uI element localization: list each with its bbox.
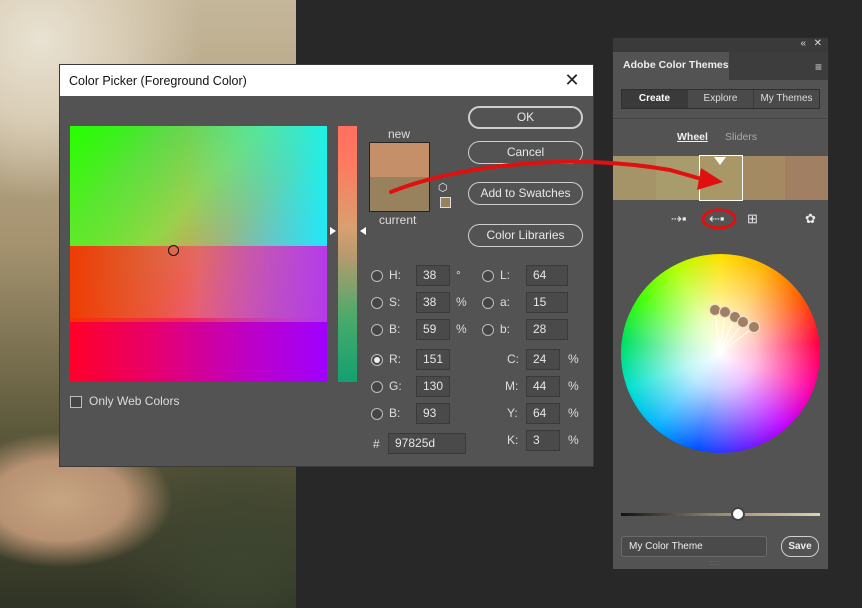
a-field[interactable]: 15 bbox=[526, 292, 568, 313]
color-field-overlay-mid bbox=[70, 246, 327, 322]
y-unit: % bbox=[568, 406, 579, 420]
radio-a[interactable] bbox=[482, 297, 494, 309]
hue-slider-handle-left[interactable] bbox=[330, 227, 336, 235]
hex-field[interactable]: 97825d bbox=[388, 433, 466, 454]
radio-l[interactable] bbox=[482, 270, 494, 282]
radio-b[interactable] bbox=[371, 324, 383, 336]
lab-b-label: b: bbox=[500, 322, 511, 336]
dialog-titlebar: Color Picker (Foreground Color) ✕ bbox=[60, 65, 593, 96]
rgb-b-field[interactable]: 93 bbox=[416, 403, 450, 424]
k-label: K: bbox=[507, 433, 519, 447]
wheel-handle[interactable] bbox=[748, 321, 760, 333]
color-picker-dialog: Color Picker (Foreground Color) ✕ new cu… bbox=[59, 64, 594, 467]
color-field[interactable] bbox=[70, 126, 327, 382]
radio-r[interactable] bbox=[371, 354, 383, 366]
a-label: a: bbox=[500, 295, 511, 309]
y-field[interactable]: 64 bbox=[526, 403, 560, 424]
g-label: G: bbox=[389, 379, 402, 393]
m-label: M: bbox=[505, 379, 519, 393]
color-libraries-button[interactable]: Color Libraries bbox=[468, 224, 583, 247]
h-label: H: bbox=[389, 268, 401, 282]
color-field-overlay-bottom bbox=[70, 322, 327, 382]
l-field[interactable]: 64 bbox=[526, 265, 568, 286]
close-icon[interactable]: ✕ bbox=[563, 70, 581, 91]
dialog-title: Color Picker (Foreground Color) bbox=[69, 73, 247, 88]
y-label: Y: bbox=[507, 406, 518, 420]
m-unit: % bbox=[568, 379, 579, 393]
radio-lab-b[interactable] bbox=[482, 324, 494, 336]
only-web-colors-label: Only Web Colors bbox=[89, 394, 180, 408]
r-field[interactable]: 151 bbox=[416, 349, 450, 370]
adobe-color-themes-panel: « ✕ Adobe Color Themes ≡ Create Explore … bbox=[612, 37, 829, 570]
lab-b-field[interactable]: 28 bbox=[526, 319, 568, 340]
only-web-colors-checkbox[interactable] bbox=[70, 396, 82, 408]
hex-label: # bbox=[373, 437, 380, 451]
wheel-handles-lines bbox=[714, 309, 755, 354]
ok-button[interactable]: OK bbox=[468, 106, 583, 129]
c-unit: % bbox=[568, 352, 579, 366]
hue-slider[interactable] bbox=[338, 126, 357, 382]
s-unit: % bbox=[456, 295, 467, 309]
c-field[interactable]: 24 bbox=[526, 349, 560, 370]
radio-s[interactable] bbox=[371, 297, 383, 309]
m-field[interactable]: 44 bbox=[526, 376, 560, 397]
color-field-cursor[interactable] bbox=[168, 245, 179, 256]
b-field[interactable]: 59 bbox=[416, 319, 450, 340]
radio-rgb-b[interactable] bbox=[371, 408, 383, 420]
new-color-label: new bbox=[388, 127, 411, 141]
radio-g[interactable] bbox=[371, 381, 383, 393]
s-field[interactable]: 38 bbox=[416, 292, 450, 313]
radio-h[interactable] bbox=[371, 270, 383, 282]
hue-slider-handle-right[interactable] bbox=[360, 227, 366, 235]
k-field[interactable]: 3 bbox=[526, 430, 560, 451]
c-label: C: bbox=[507, 352, 519, 366]
h-field[interactable]: 38 bbox=[416, 265, 450, 286]
s-label: S: bbox=[389, 295, 401, 309]
b-unit: % bbox=[456, 322, 467, 336]
l-label: L: bbox=[500, 268, 511, 282]
rgb-b-label: B: bbox=[389, 406, 401, 420]
h-unit: ° bbox=[456, 268, 461, 282]
b-label: B: bbox=[389, 322, 401, 336]
k-unit: % bbox=[568, 433, 579, 447]
current-color-label: current bbox=[379, 213, 417, 227]
r-label: R: bbox=[389, 352, 401, 366]
g-field[interactable]: 130 bbox=[416, 376, 450, 397]
